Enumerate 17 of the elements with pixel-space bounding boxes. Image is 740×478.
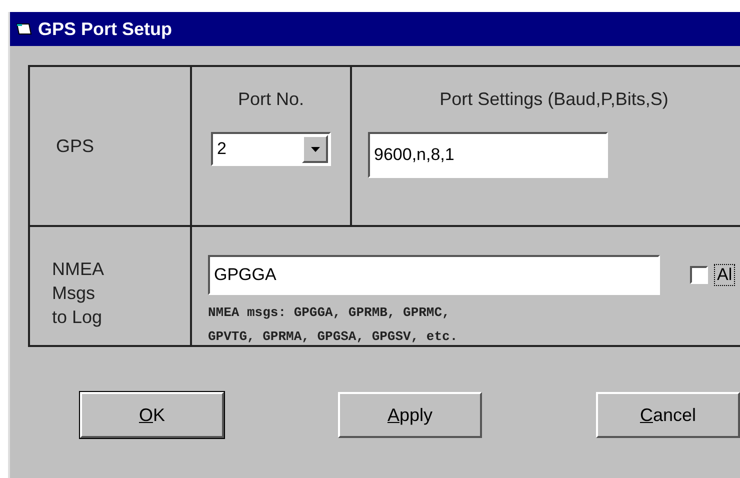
row-label: NMEA Msgs to Log [52, 258, 104, 329]
dialog-button[interactable]: Cancel [596, 392, 740, 438]
messages-field[interactable]: GPGGA [208, 255, 660, 295]
settings-field[interactable]: 9600,n,8,1 [368, 132, 608, 178]
column-heading: Port No. [238, 89, 304, 110]
dropdown-button[interactable] [302, 135, 328, 163]
checkbox[interactable] [690, 266, 708, 284]
dialog-button[interactable]: OK [80, 392, 224, 438]
dialog-button[interactable]: Apply [338, 392, 482, 438]
window-title: GPS Port Setup [38, 18, 172, 40]
port-dropdown[interactable]: 2 [211, 132, 331, 166]
hint-text: NMEA msgs: GPGGA, GPRMB, GPRMC, GPVTG, GPRMA, GPGSA, GPGSV, etc. [208, 304, 458, 346]
row-label: GPS [56, 136, 94, 156]
checkbox-label[interactable]: Al [714, 264, 736, 286]
caret-icon [310, 146, 320, 152]
column-heading: Port Settings (Baud,P,Bits,S) [440, 89, 668, 110]
window-icon [16, 22, 32, 36]
